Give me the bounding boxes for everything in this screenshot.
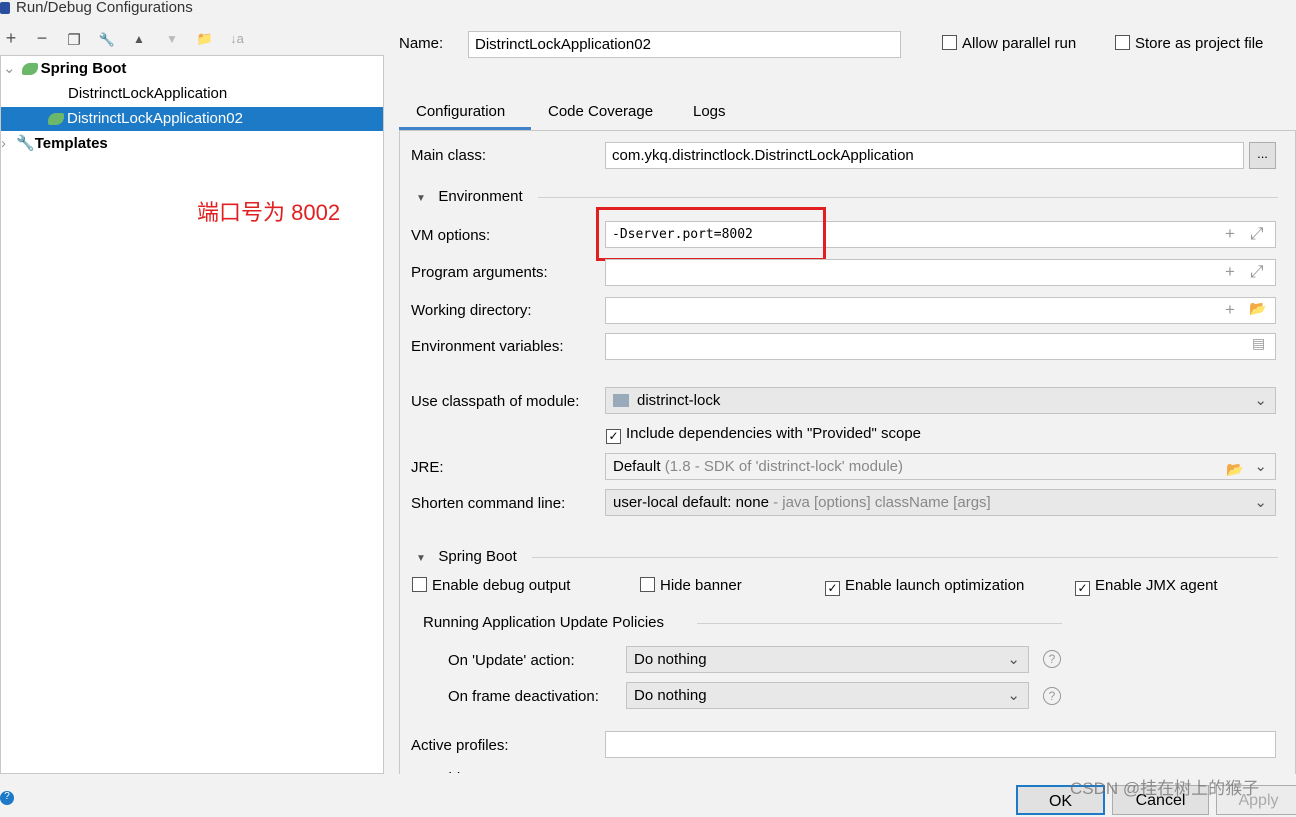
override-parameters-label: Override parameters [411, 767, 549, 773]
shorten-command-line-dropdown[interactable]: user-local default: none - java [options… [605, 489, 1276, 516]
update-policies-heading: Running Application Update Policies [423, 614, 664, 631]
move-up-icon[interactable]: ▲ [128, 32, 150, 46]
add-icon[interactable]: + [0, 28, 22, 49]
wrench-icon: 🔧 [16, 135, 35, 152]
expand-icon[interactable]: ⤢ [1250, 224, 1264, 244]
update-action-label: On 'Update' action: [448, 652, 575, 669]
enable-debug-output-checkbox[interactable]: Enable debug output [412, 577, 570, 594]
frame-deactivation-dropdown[interactable]: Do nothing ⌄ [626, 682, 1029, 709]
remove-icon[interactable]: − [31, 28, 53, 49]
jre-label: JRE: [411, 459, 444, 476]
tree-group-templates[interactable]: › 🔧Templates [1, 132, 383, 156]
tree-item-selected[interactable]: DistrinctLockApplication02 [1, 107, 383, 131]
spring-boot-section[interactable]: ▼ Spring Boot [416, 548, 517, 565]
active-profiles-label: Active profiles: [411, 737, 509, 754]
working-directory-label: Working directory: [411, 302, 532, 319]
module-icon [613, 394, 629, 407]
window-title: Run/Debug Configurations [16, 0, 193, 16]
add-icon[interactable]: + [1225, 262, 1235, 282]
annotation-text: 端口号为 8002 [197, 200, 341, 225]
browse-button[interactable]: ... [1249, 142, 1276, 169]
collapse-icon: › [1, 135, 6, 152]
name-label: Name: [399, 35, 444, 52]
allow-parallel-checkbox[interactable]: Allow parallel run [942, 35, 1076, 52]
enable-jmx-agent-checkbox[interactable]: ✓ Enable JMX agent [1075, 577, 1218, 596]
program-arguments-input[interactable] [605, 259, 1276, 286]
spring-boot-icon [21, 63, 38, 76]
frame-deactivation-label: On frame deactivation: [448, 688, 599, 705]
main-class-label: Main class: [411, 147, 487, 164]
vm-options-label: VM options: [411, 227, 491, 244]
main-class-input[interactable]: com.ykq.distrinctlock.DistrinctLockAppli… [605, 142, 1244, 169]
expand-icon[interactable]: ⤢ [1250, 262, 1264, 282]
program-arguments-label: Program arguments: [411, 264, 548, 281]
help-icon[interactable]: ? [0, 791, 14, 805]
divider [697, 623, 1062, 624]
hide-banner-checkbox[interactable]: Hide banner [640, 577, 742, 594]
module-label: Use classpath of module: [411, 393, 580, 410]
shorten-command-line-label: Shorten command line: [411, 495, 566, 512]
tab-code-coverage[interactable]: Code Coverage [548, 103, 653, 120]
jre-dropdown[interactable]: Default (1.8 - SDK of 'distrinct-lock' m… [605, 453, 1276, 480]
document-icon[interactable]: ▤ [1252, 335, 1265, 352]
tree-item[interactable]: DistrinctLockApplication [1, 82, 383, 106]
divider [532, 557, 1278, 558]
highlight-box [596, 207, 826, 261]
wrench-icon[interactable]: 🔧 [96, 32, 118, 48]
watermark: CSDN @挂在树上的猴子 [1070, 779, 1260, 798]
environment-variables-input[interactable] [605, 333, 1276, 360]
include-dependencies-checkbox[interactable]: ✓ Include dependencies with "Provided" sc… [606, 425, 921, 444]
working-directory-input[interactable] [605, 297, 1276, 324]
spring-boot-icon [48, 113, 64, 126]
copy-icon[interactable]: ❐ [63, 31, 85, 49]
add-icon[interactable]: + [1225, 224, 1235, 244]
environment-variables-label: Environment variables: [411, 338, 564, 355]
folder-icon: 📂 [1226, 461, 1244, 477]
store-project-checkbox[interactable]: Store as project file [1115, 35, 1263, 52]
sort-icon[interactable]: ↓a [226, 31, 248, 46]
app-icon [0, 2, 10, 14]
module-dropdown[interactable]: distrinct-lock ⌄ [605, 387, 1276, 414]
add-icon[interactable]: + [1225, 300, 1235, 320]
expand-icon: ⌄ [3, 60, 16, 77]
tree-group-spring-boot[interactable]: ⌄ Spring Boot [1, 57, 383, 81]
enable-launch-optimization-checkbox[interactable]: ✓ Enable launch optimization [825, 577, 1024, 596]
new-folder-icon[interactable]: 📁 [194, 31, 216, 47]
active-profiles-input[interactable] [605, 731, 1276, 758]
tab-configuration[interactable]: Configuration [416, 103, 505, 120]
folder-icon[interactable]: 📂 [1249, 300, 1266, 317]
environment-section[interactable]: ▼ Environment [416, 188, 523, 205]
update-action-dropdown[interactable]: Do nothing ⌄ [626, 646, 1029, 673]
tab-logs[interactable]: Logs [693, 103, 726, 120]
divider [538, 197, 1278, 198]
name-input[interactable]: DistrinctLockApplication02 [468, 31, 901, 58]
help-icon[interactable]: ? [1043, 687, 1061, 705]
move-down-icon[interactable]: ▼ [161, 32, 183, 46]
help-icon[interactable]: ? [1043, 650, 1061, 668]
configuration-tree: ⌄ Spring Boot DistrinctLockApplication Di… [0, 55, 384, 774]
